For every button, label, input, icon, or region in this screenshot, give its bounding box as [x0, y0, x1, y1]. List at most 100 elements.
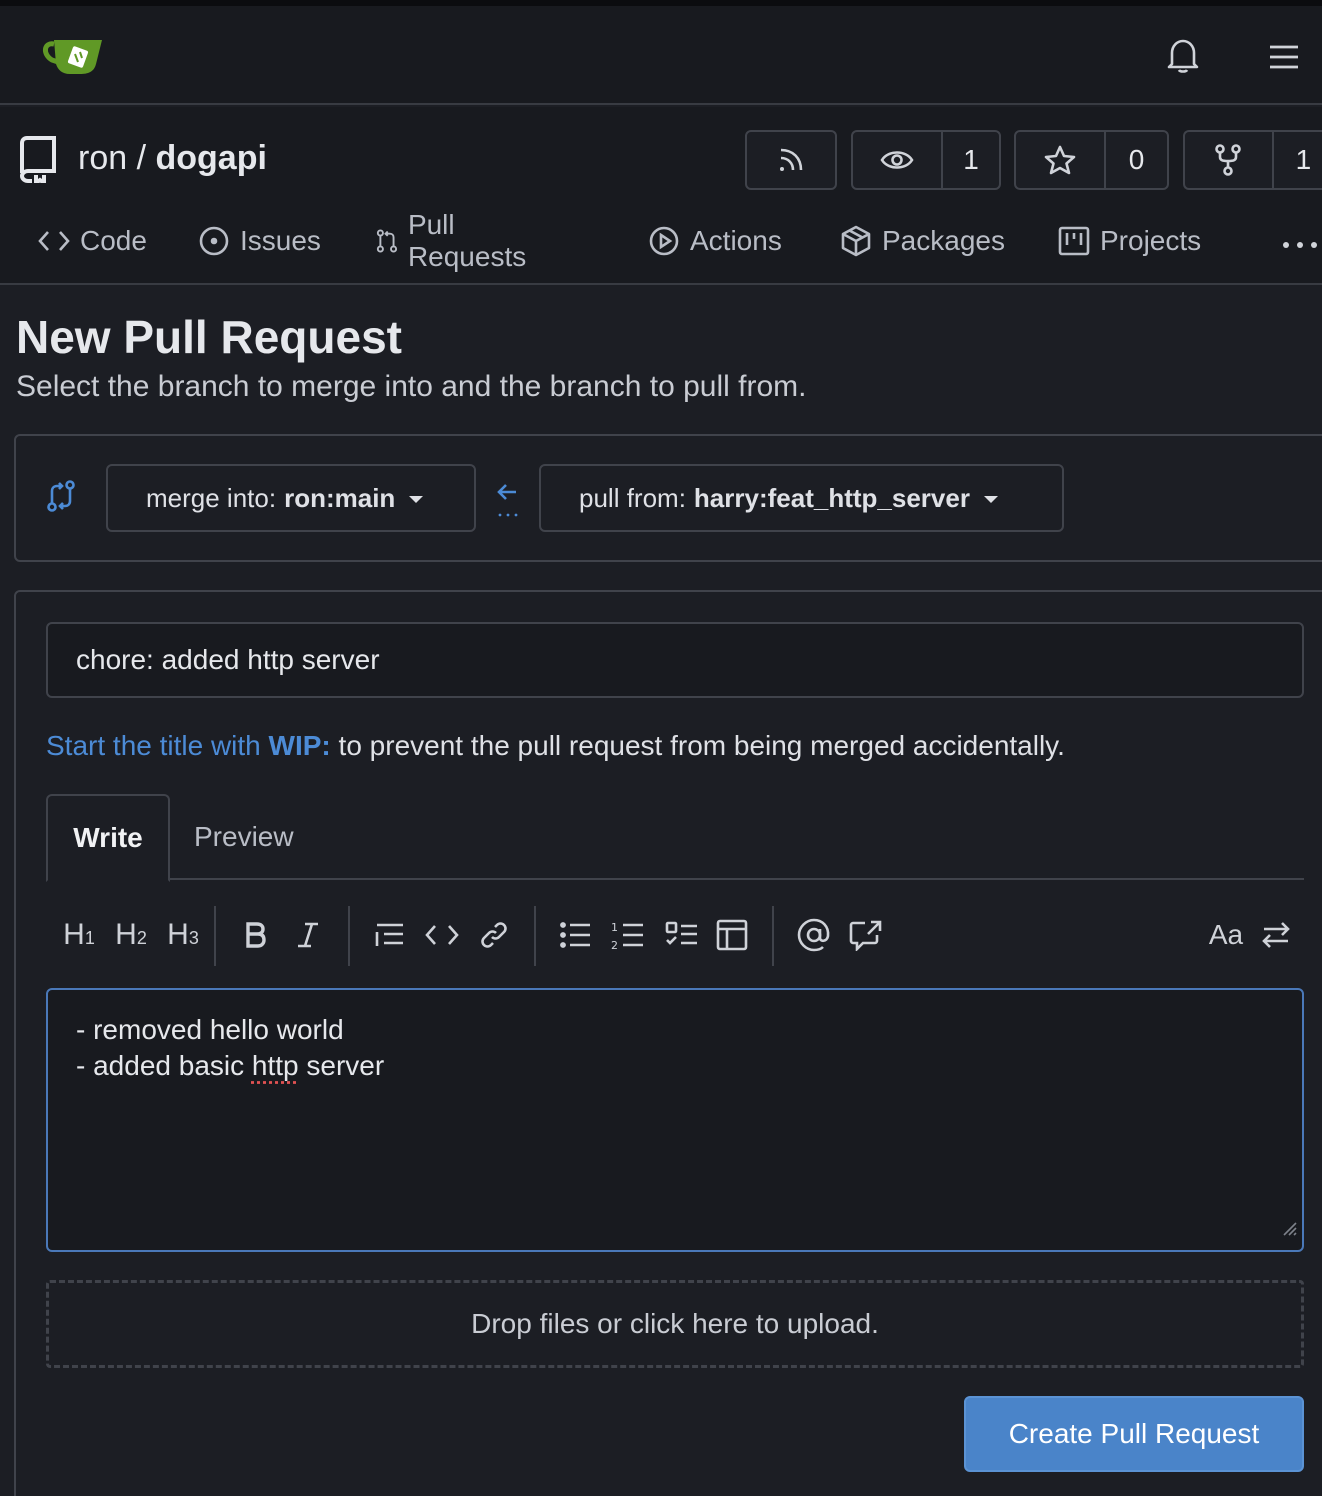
chevron-down-icon — [984, 496, 998, 503]
italic-button[interactable] — [288, 910, 328, 960]
tab-preview[interactable]: Preview — [194, 794, 294, 880]
tab-issues-label: Issues — [240, 225, 321, 257]
bell-icon[interactable] — [1166, 38, 1200, 79]
repo-header: ron / dogapi 1 0 1 Code Issues Pull Requ… — [0, 107, 1322, 285]
numbered-list-icon: 1 2 — [611, 920, 645, 950]
gitea-logo[interactable] — [40, 36, 106, 81]
toolbar-divider — [214, 906, 216, 966]
git-compare-icon[interactable] — [46, 480, 76, 517]
tab-code-label: Code — [80, 225, 147, 257]
tab-code[interactable]: Code — [38, 217, 147, 265]
repo-separator: / — [137, 139, 146, 177]
heading-1-icon: H1 — [63, 918, 95, 952]
heading-3-icon: H3 — [167, 918, 199, 952]
heading-2-button[interactable]: H2 — [110, 910, 152, 960]
repo-name-link[interactable]: dogapi — [156, 139, 267, 177]
pr-description-textarea[interactable]: - removed hello world - added basic http… — [46, 988, 1304, 1252]
misspelled-word: http — [252, 1050, 299, 1081]
bold-button[interactable] — [236, 910, 276, 960]
code-icon — [38, 229, 70, 253]
eye-icon — [853, 132, 941, 188]
bullet-list-icon — [560, 921, 592, 949]
pull-from-branch: harry:feat_http_server — [694, 483, 970, 514]
pr-title-input[interactable] — [46, 622, 1304, 698]
repo-owner-link[interactable]: ron — [78, 139, 127, 177]
heading-2-icon: H2 — [115, 918, 147, 952]
page-subtitle: Select the branch to merge into and the … — [16, 370, 806, 404]
branch-selector: merge into: ron:main pull from: harry:fe… — [14, 434, 1322, 562]
text-size-button[interactable]: Aa — [1204, 910, 1248, 960]
wip-hint: Start the title with WIP: to prevent the… — [46, 730, 1065, 762]
watch-count[interactable]: 1 — [941, 132, 999, 188]
merge-into-branch-dropdown[interactable]: merge into: ron:main — [106, 464, 476, 532]
tab-pull-requests[interactable]: Pull Requests — [376, 217, 534, 265]
ordered-list-button[interactable]: 1 2 — [608, 910, 648, 960]
toolbar-divider — [772, 906, 774, 966]
wip-hint-prefix: Start the title with — [46, 730, 261, 761]
description-line-1: - removed hello world — [76, 1014, 344, 1045]
code-button[interactable] — [422, 910, 462, 960]
italic-icon — [296, 921, 320, 949]
play-icon — [648, 225, 680, 257]
tab-issues[interactable]: Issues — [198, 217, 321, 265]
bold-icon — [245, 921, 267, 949]
text-size-icon: Aa — [1209, 919, 1243, 951]
star-icon — [1016, 132, 1104, 188]
heading-3-button[interactable]: H3 — [162, 910, 204, 960]
repo-title: ron / dogapi — [78, 139, 267, 178]
package-icon — [840, 225, 872, 257]
arrow-left-icon — [496, 480, 520, 525]
cross-reference-icon — [849, 919, 883, 951]
tab-pull-requests-label: Pull Requests — [408, 209, 534, 273]
tab-write[interactable]: Write — [46, 794, 170, 882]
description-line-2: - added basic http server — [76, 1050, 384, 1081]
toolbar-divider — [534, 906, 536, 966]
unordered-list-button[interactable] — [556, 910, 596, 960]
file-upload-dropzone[interactable]: Drop files or click here to upload. — [46, 1280, 1304, 1368]
quote-button[interactable] — [370, 910, 410, 960]
switch-editor-button[interactable] — [1256, 910, 1296, 960]
svg-text:2: 2 — [611, 939, 618, 950]
toolbar-divider — [348, 906, 350, 966]
hamburger-menu-icon[interactable] — [1268, 44, 1300, 75]
fork-icon — [1185, 132, 1272, 188]
link-button[interactable] — [474, 910, 514, 960]
pull-from-branch-dropdown[interactable]: pull from: harry:feat_http_server — [539, 464, 1064, 532]
wip-hint-rest: to prevent the pull request from being m… — [339, 730, 1065, 761]
star-button[interactable]: 0 — [1014, 130, 1169, 190]
wip-keyword: WIP: — [269, 730, 331, 761]
pull-from-label: pull from: — [579, 483, 686, 514]
heading-1-button[interactable]: H1 — [58, 910, 100, 960]
more-icon[interactable] — [1282, 237, 1318, 255]
table-button[interactable] — [712, 910, 752, 960]
rss-button[interactable] — [745, 130, 837, 190]
arrows-switch-icon — [1261, 921, 1291, 949]
tab-packages-label: Packages — [882, 225, 1005, 257]
markdown-toolbar: H1 H2 H3 1 2 Aa — [46, 902, 1304, 972]
pull-request-form: Start the title with WIP: to prevent the… — [14, 590, 1322, 1496]
merge-into-branch: ron:main — [284, 483, 395, 514]
merge-into-label: merge into: — [146, 483, 276, 514]
fork-count[interactable]: 1 — [1272, 132, 1322, 188]
star-count[interactable]: 0 — [1104, 132, 1167, 188]
wip-hint-link[interactable]: Start the title with WIP: — [46, 730, 331, 761]
project-icon — [1058, 226, 1090, 256]
mention-button[interactable] — [794, 910, 834, 960]
editor-tabs: Write Preview — [46, 794, 1304, 880]
top-navbar — [0, 0, 1322, 105]
tab-actions[interactable]: Actions — [648, 217, 782, 265]
cross-reference-button[interactable] — [846, 910, 886, 960]
create-pull-request-button[interactable]: Create Pull Request — [964, 1396, 1304, 1472]
link-icon — [479, 920, 509, 950]
resize-handle-icon[interactable] — [1280, 1210, 1298, 1246]
tab-projects[interactable]: Projects — [1058, 217, 1201, 265]
tab-packages[interactable]: Packages — [840, 217, 1005, 265]
task-list-icon — [665, 921, 699, 949]
tab-actions-label: Actions — [690, 225, 782, 257]
quote-icon — [374, 921, 406, 949]
fork-button[interactable]: 1 — [1183, 130, 1322, 190]
pull-request-icon — [376, 225, 398, 257]
rss-icon — [747, 132, 835, 188]
task-list-button[interactable] — [660, 910, 704, 960]
watch-button[interactable]: 1 — [851, 130, 1001, 190]
